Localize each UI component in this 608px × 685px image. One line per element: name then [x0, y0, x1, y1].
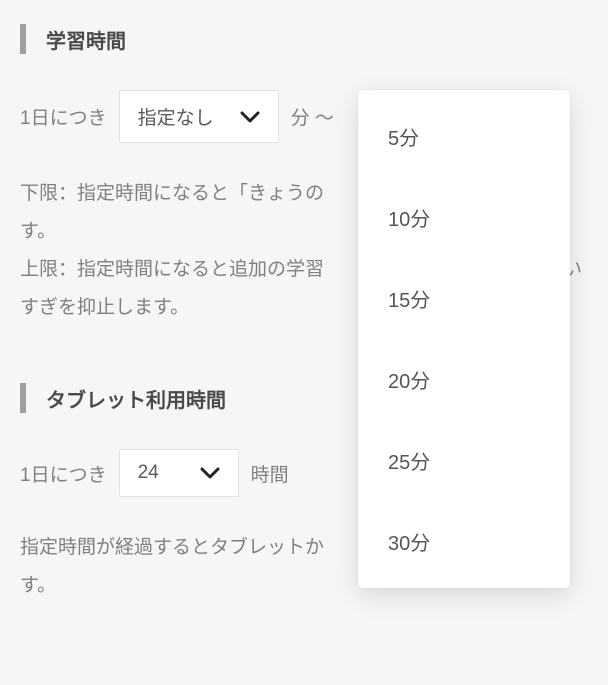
unit-label: 分 〜 [291, 103, 334, 130]
minutes-dropdown[interactable]: 5分 10分 15分 20分 25分 30分 [358, 90, 570, 588]
row-prefix-label: 1日につき [20, 103, 107, 130]
dropdown-option[interactable]: 5分 [358, 96, 570, 177]
tablet-time-select[interactable]: 24 [119, 449, 239, 497]
row-prefix-label: 1日につき [20, 460, 107, 487]
select-value: 指定なし [138, 103, 214, 130]
study-time-select[interactable]: 指定なし [119, 90, 279, 143]
chevron-down-icon [240, 111, 260, 123]
section-accent-bar [20, 24, 26, 54]
dropdown-option[interactable]: 20分 [358, 339, 570, 420]
dropdown-option[interactable]: 25分 [358, 420, 570, 501]
dropdown-option[interactable]: 30分 [358, 501, 570, 582]
unit-label: 時間 [251, 460, 289, 487]
section-accent-bar [20, 383, 26, 413]
section-title: タブレット利用時間 [46, 384, 226, 413]
dropdown-option[interactable]: 15分 [358, 258, 570, 339]
section-header: 学習時間 [20, 24, 588, 54]
section-title: 学習時間 [46, 25, 126, 54]
select-value: 24 [138, 462, 159, 484]
chevron-down-icon [200, 467, 220, 479]
dropdown-option[interactable]: 10分 [358, 177, 570, 258]
